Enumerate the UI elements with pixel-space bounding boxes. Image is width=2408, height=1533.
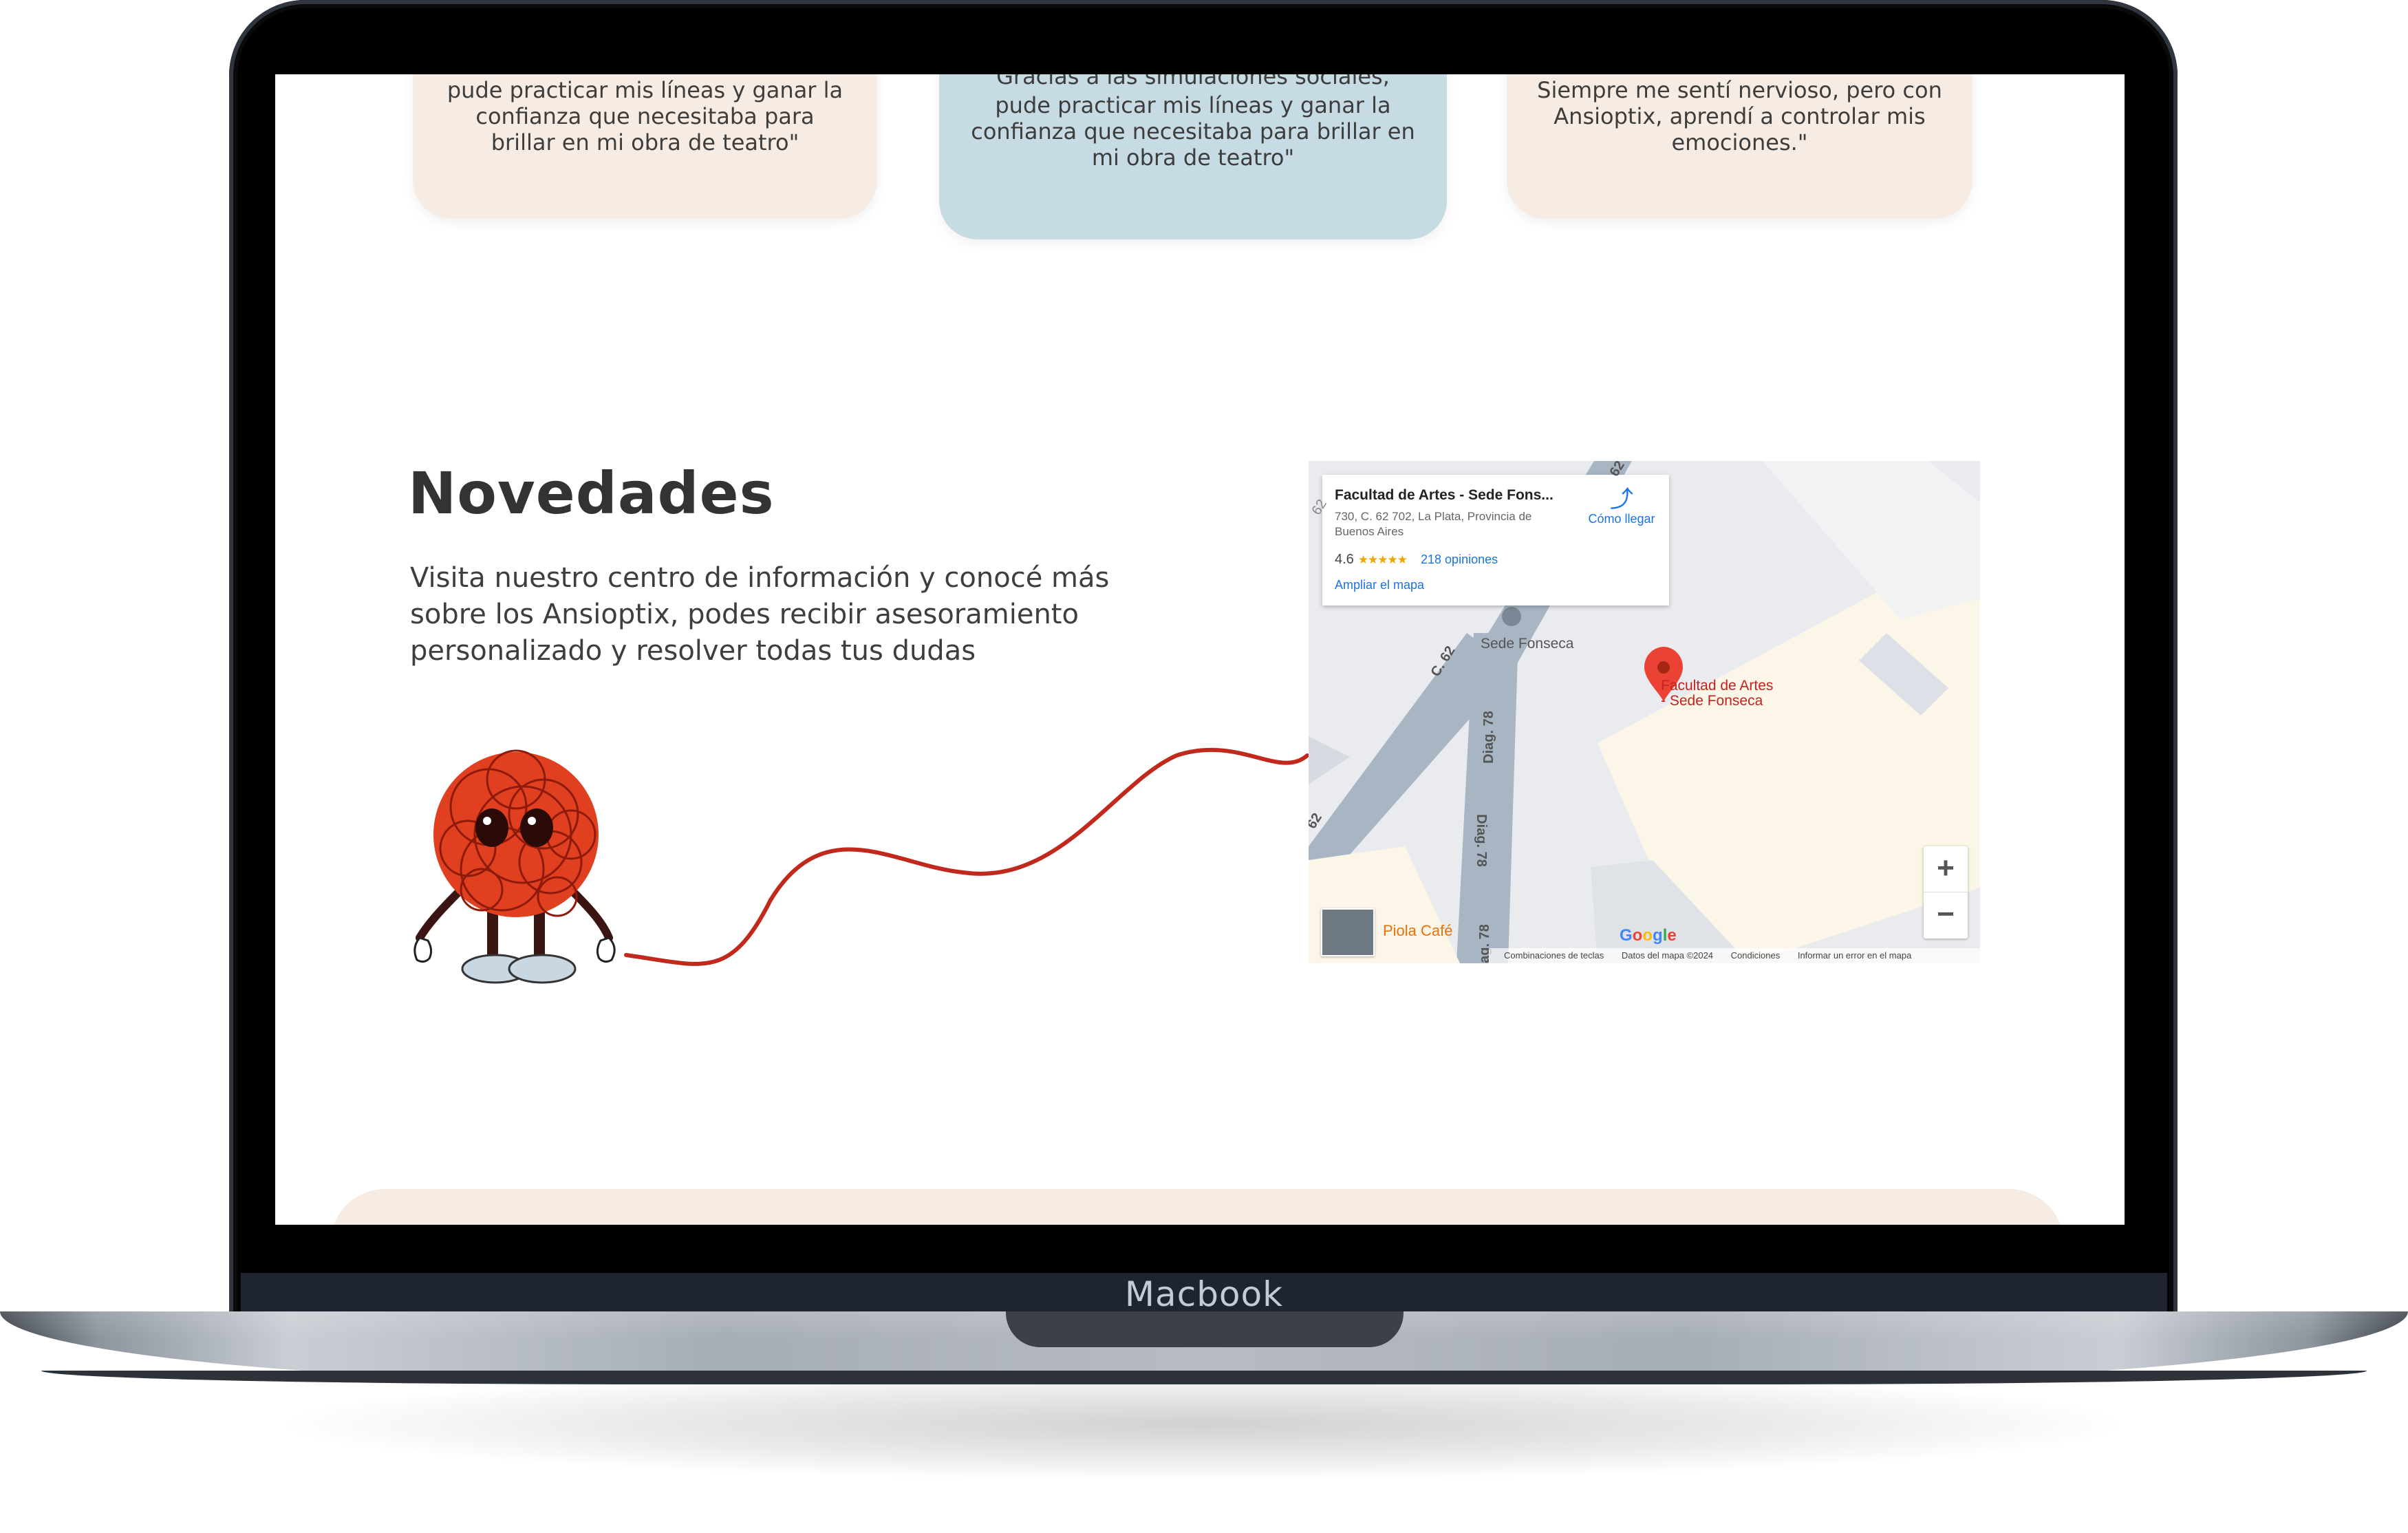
section-title: Novedades [408, 460, 775, 527]
testimonial-card: pude practicar mis líneas y ganar la con… [413, 74, 877, 219]
street-label: Diag. 78 [1481, 711, 1496, 764]
map-attribution: Combinaciones de teclas Datos del mapa ©… [1489, 948, 1980, 963]
map-terms-link[interactable]: Condiciones [1731, 950, 1781, 961]
map-rating-value: 4.6 [1335, 552, 1354, 567]
testimonial-card: Siempre me sentí nervioso, pero con Ansi… [1507, 74, 1972, 219]
map-rating: 4.6 ★★★★★ 218 opiniones [1335, 552, 1498, 568]
map-pin-label: Facultad de Artes - Sede Fonseca [1661, 678, 1773, 709]
map-data-credit: Datos del mapa ©2024 [1621, 950, 1714, 961]
section-description: Visita nuestro centro de información y c… [410, 562, 1110, 667]
testimonial-text: Gracias a las simulaciones sociales, pud… [967, 74, 1419, 171]
map-place-title: Facultad de Artes - Sede Fons... [1335, 487, 1554, 503]
map-directions-label: Cómo llegar [1588, 512, 1655, 526]
star-rating-icon: ★★★★★ [1357, 553, 1408, 566]
map-layer-thumbnail[interactable] [1321, 908, 1375, 956]
map-pin-label-line: - Sede Fonseca [1661, 693, 1763, 709]
mascot-illustration [413, 749, 616, 984]
testimonial-text: Siempre me sentí nervioso, pero con Ansi… [1537, 77, 1942, 156]
next-section-peach-block [330, 1189, 2064, 1225]
directions-icon: ⤴ [1610, 486, 1633, 513]
testimonial-text: pude practicar mis líneas y ganar la con… [447, 77, 843, 156]
testimonial-card-highlighted: Gracias a las simulaciones sociales, pud… [939, 74, 1447, 239]
street-label: Diag. 78 [1473, 814, 1489, 867]
laptop-notch [1006, 1311, 1404, 1347]
device-label: Macbook [1124, 1274, 1284, 1314]
browser-viewport: pude practicar mis líneas y ganar la con… [275, 74, 2125, 1225]
laptop-shadow [289, 1369, 2119, 1479]
zoom-out-button[interactable]: − [1924, 892, 1968, 938]
google-logo: Google [1620, 926, 1677, 945]
map-expand-link[interactable]: Ampliar el mapa [1335, 578, 1424, 592]
map-pin-label-line: Facultad de Artes [1661, 678, 1774, 694]
map-report-error-link[interactable]: Informar un error en el mapa [1798, 950, 1911, 961]
map-directions-button[interactable]: ⤴ Cómo llegar [1577, 487, 1666, 526]
map-nearby-place: Piola Café [1383, 922, 1453, 939]
map-place-address: 730, C. 62 702, La Plata, Provincia de B… [1335, 510, 1532, 538]
embedded-map[interactable]: Facultad de Artes - Sede Fons... 730, C.… [1309, 461, 1980, 963]
map-place-card: Facultad de Artes - Sede Fons... 730, C.… [1322, 475, 1669, 605]
testimonial-text-body: pude practicar mis líneas y ganar la con… [971, 92, 1415, 171]
map-reviews-link[interactable]: 218 opiniones [1421, 553, 1498, 566]
map-keyboard-shortcuts-link[interactable]: Combinaciones de teclas [1504, 950, 1604, 961]
zoom-in-button[interactable]: + [1924, 846, 1968, 892]
map-poi-label: Sede Fonseca [1481, 636, 1574, 652]
map-zoom-control: + − [1924, 846, 1968, 939]
laptop-base-edge [41, 1371, 2367, 1384]
testimonial-text-partial: Gracias a las simulaciones sociales, [996, 74, 1390, 89]
